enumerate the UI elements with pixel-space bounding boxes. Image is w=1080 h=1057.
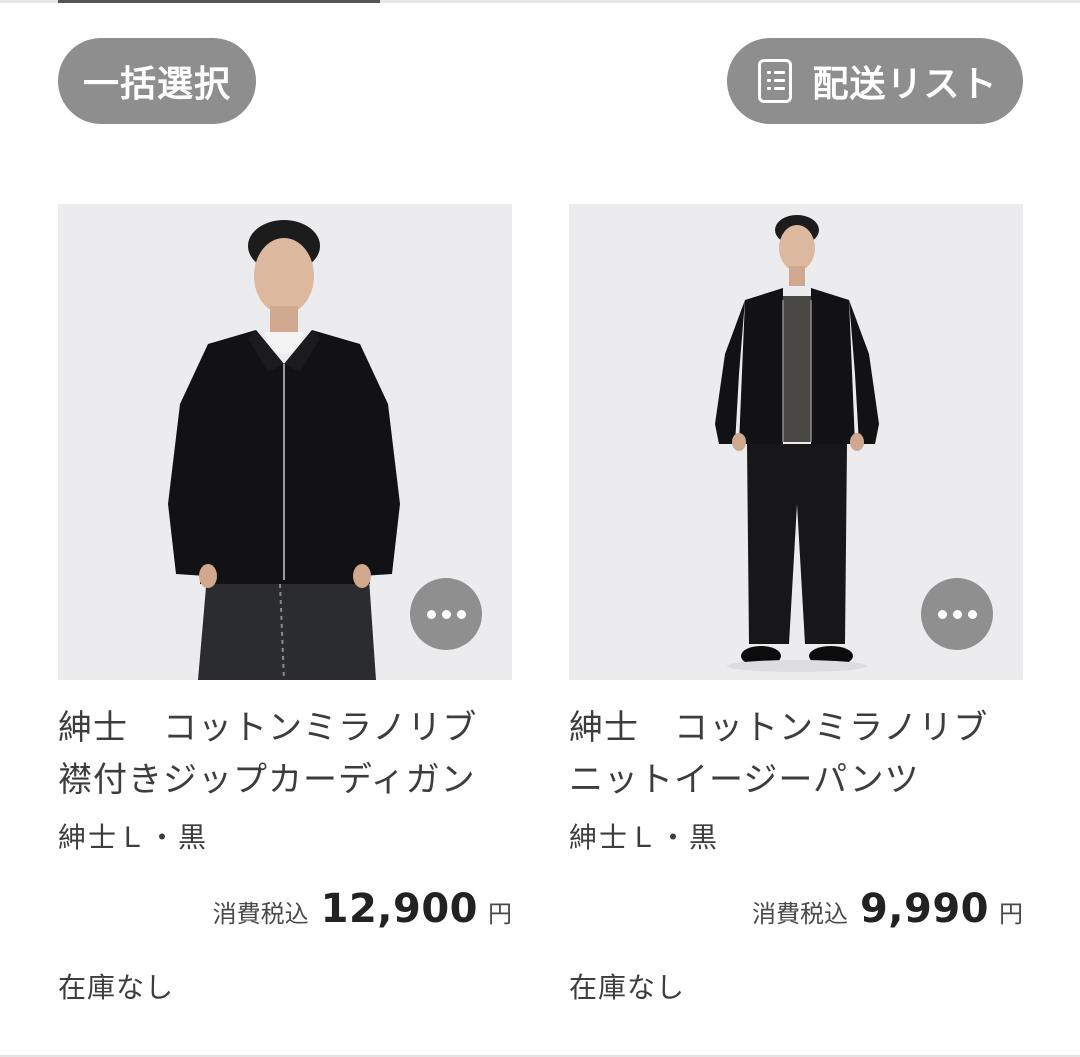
select-all-button[interactable]: 一括選択 xyxy=(58,38,256,124)
active-tab-indicator xyxy=(58,0,380,3)
top-tab-indicator xyxy=(0,0,1080,3)
list-document-icon xyxy=(758,59,793,103)
more-options-button[interactable] xyxy=(921,578,993,650)
product-card[interactable]: 紳士 コットンミラノリブ 襟付きジップカーディガン 紳士Ｌ・黒 消費税込 12,… xyxy=(58,204,512,1006)
product-name-line-1: 紳士 コットンミラノリブ xyxy=(58,708,478,748)
more-horizontal-icon xyxy=(426,609,436,619)
product-image[interactable] xyxy=(58,204,512,680)
product-variant: 紳士Ｌ・黒 xyxy=(569,821,720,854)
price-row: 消費税込 12,900 円 xyxy=(58,886,512,932)
currency-label: 円 xyxy=(999,900,1023,928)
more-horizontal-icon xyxy=(937,609,947,619)
price-row: 消費税込 9,990 円 xyxy=(569,886,1023,932)
more-options-button[interactable] xyxy=(410,578,482,650)
product-name-line-2: ニットイージーパンツ xyxy=(569,760,920,800)
product-price: 9,990 xyxy=(859,886,989,932)
stock-status: 在庫なし xyxy=(569,971,686,1004)
product-image[interactable] xyxy=(569,204,1023,680)
delivery-list-button[interactable]: 配送リスト xyxy=(727,38,1023,124)
delivery-list-label: 配送リスト xyxy=(812,64,998,105)
product-price: 12,900 xyxy=(320,886,478,932)
stock-status: 在庫なし xyxy=(58,971,175,1004)
product-name[interactable]: 紳士 コットンミラノリブ ニットイージーパンツ xyxy=(569,702,1023,806)
tax-included-label: 消費税込 xyxy=(212,900,309,928)
product-variant: 紳士Ｌ・黒 xyxy=(58,821,209,854)
select-all-label: 一括選択 xyxy=(82,64,231,105)
product-card[interactable]: 紳士 コットンミラノリブ ニットイージーパンツ 紳士Ｌ・黒 消費税込 9,990… xyxy=(569,204,1023,1006)
product-name-line-2: 襟付きジップカーディガン xyxy=(58,760,476,800)
currency-label: 円 xyxy=(488,900,512,928)
product-name-line-1: 紳士 コットンミラノリブ xyxy=(569,708,989,748)
tax-included-label: 消費税込 xyxy=(751,900,848,928)
product-name[interactable]: 紳士 コットンミラノリブ 襟付きジップカーディガン xyxy=(58,702,512,806)
